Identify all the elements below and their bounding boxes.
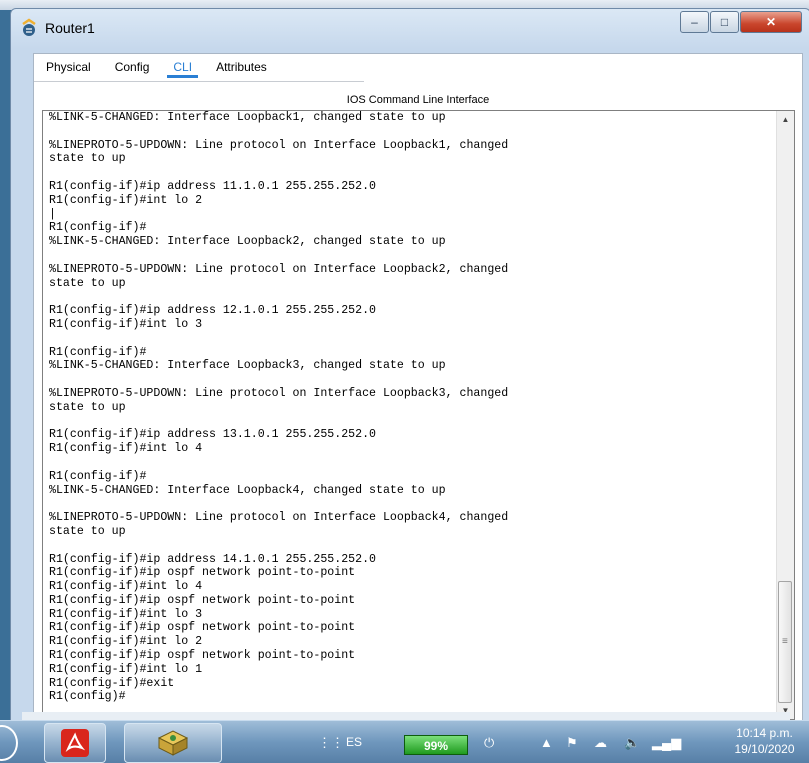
taskbar-pdf-app[interactable]: [44, 723, 106, 763]
tab-config[interactable]: Config: [103, 54, 162, 80]
battery-indicator[interactable]: 99%: [404, 735, 468, 755]
show-hidden-grip-icon[interactable]: ⋮⋮: [318, 735, 344, 751]
clock-time: 10:14 p.m.: [736, 726, 793, 740]
close-button[interactable]: ✕: [740, 11, 802, 33]
cloud-icon[interactable]: ☁: [594, 735, 607, 751]
packet-tracer-icon: [157, 730, 189, 756]
cli-heading: IOS Command Line Interface: [346, 94, 490, 106]
tab-divider: [34, 81, 364, 82]
network-device-icon[interactable]: ⚑: [566, 735, 578, 751]
terminal-scrollbar[interactable]: ▲ ≡ ▼: [776, 111, 794, 719]
close-icon: ✕: [765, 15, 777, 29]
tab-attributes[interactable]: Attributes: [204, 54, 279, 80]
volume-icon[interactable]: 🔈: [624, 735, 640, 751]
panel-bottom-edge: [22, 712, 790, 720]
signal-icon[interactable]: ▂▄▆: [652, 735, 681, 751]
minimize-icon: –: [691, 15, 698, 29]
taskbar-packet-tracer-app[interactable]: [124, 723, 222, 763]
tab-bar: Physical Config CLI Attributes: [34, 54, 279, 80]
scrollbar-thumb[interactable]: ≡: [778, 581, 792, 703]
taskbar: ⋮⋮ ES 99% ⏻ ▲ ⚑ ☁ 🔈 ▂▄▆ 10:14 p.m. 19/10…: [0, 720, 809, 763]
terminal-output[interactable]: %LINK-5-CHANGED: Interface Loopback1, ch…: [49, 111, 769, 704]
language-indicator[interactable]: ES: [346, 735, 362, 749]
grip-icon: ≡: [782, 636, 788, 647]
tray-expand-icon[interactable]: ▲: [540, 735, 553, 750]
maximize-button[interactable]: □: [710, 11, 739, 33]
tab-physical[interactable]: Physical: [34, 54, 103, 80]
window-title: Router1: [45, 20, 95, 36]
router-window: Router1 – □ ✕ Physical Config CLI Attrib…: [10, 8, 809, 723]
plug-icon[interactable]: ⏻: [484, 735, 494, 751]
router-app-icon: [22, 18, 36, 36]
cli-terminal[interactable]: %LINK-5-CHANGED: Interface Loopback1, ch…: [42, 110, 795, 720]
maximize-icon: □: [720, 15, 729, 29]
system-clock[interactable]: 10:14 p.m. 19/10/2020: [720, 725, 809, 757]
tab-cli[interactable]: CLI: [161, 54, 204, 80]
scroll-up-icon[interactable]: ▲: [777, 111, 794, 128]
device-panel: Physical Config CLI Attributes IOS Comma…: [33, 53, 803, 723]
start-button-edge[interactable]: [0, 725, 18, 761]
clock-date: 19/10/2020: [734, 742, 795, 756]
minimize-button[interactable]: –: [680, 11, 709, 33]
title-bar[interactable]: Router1 – □ ✕: [11, 9, 809, 47]
pdf-reader-icon: [61, 729, 89, 757]
